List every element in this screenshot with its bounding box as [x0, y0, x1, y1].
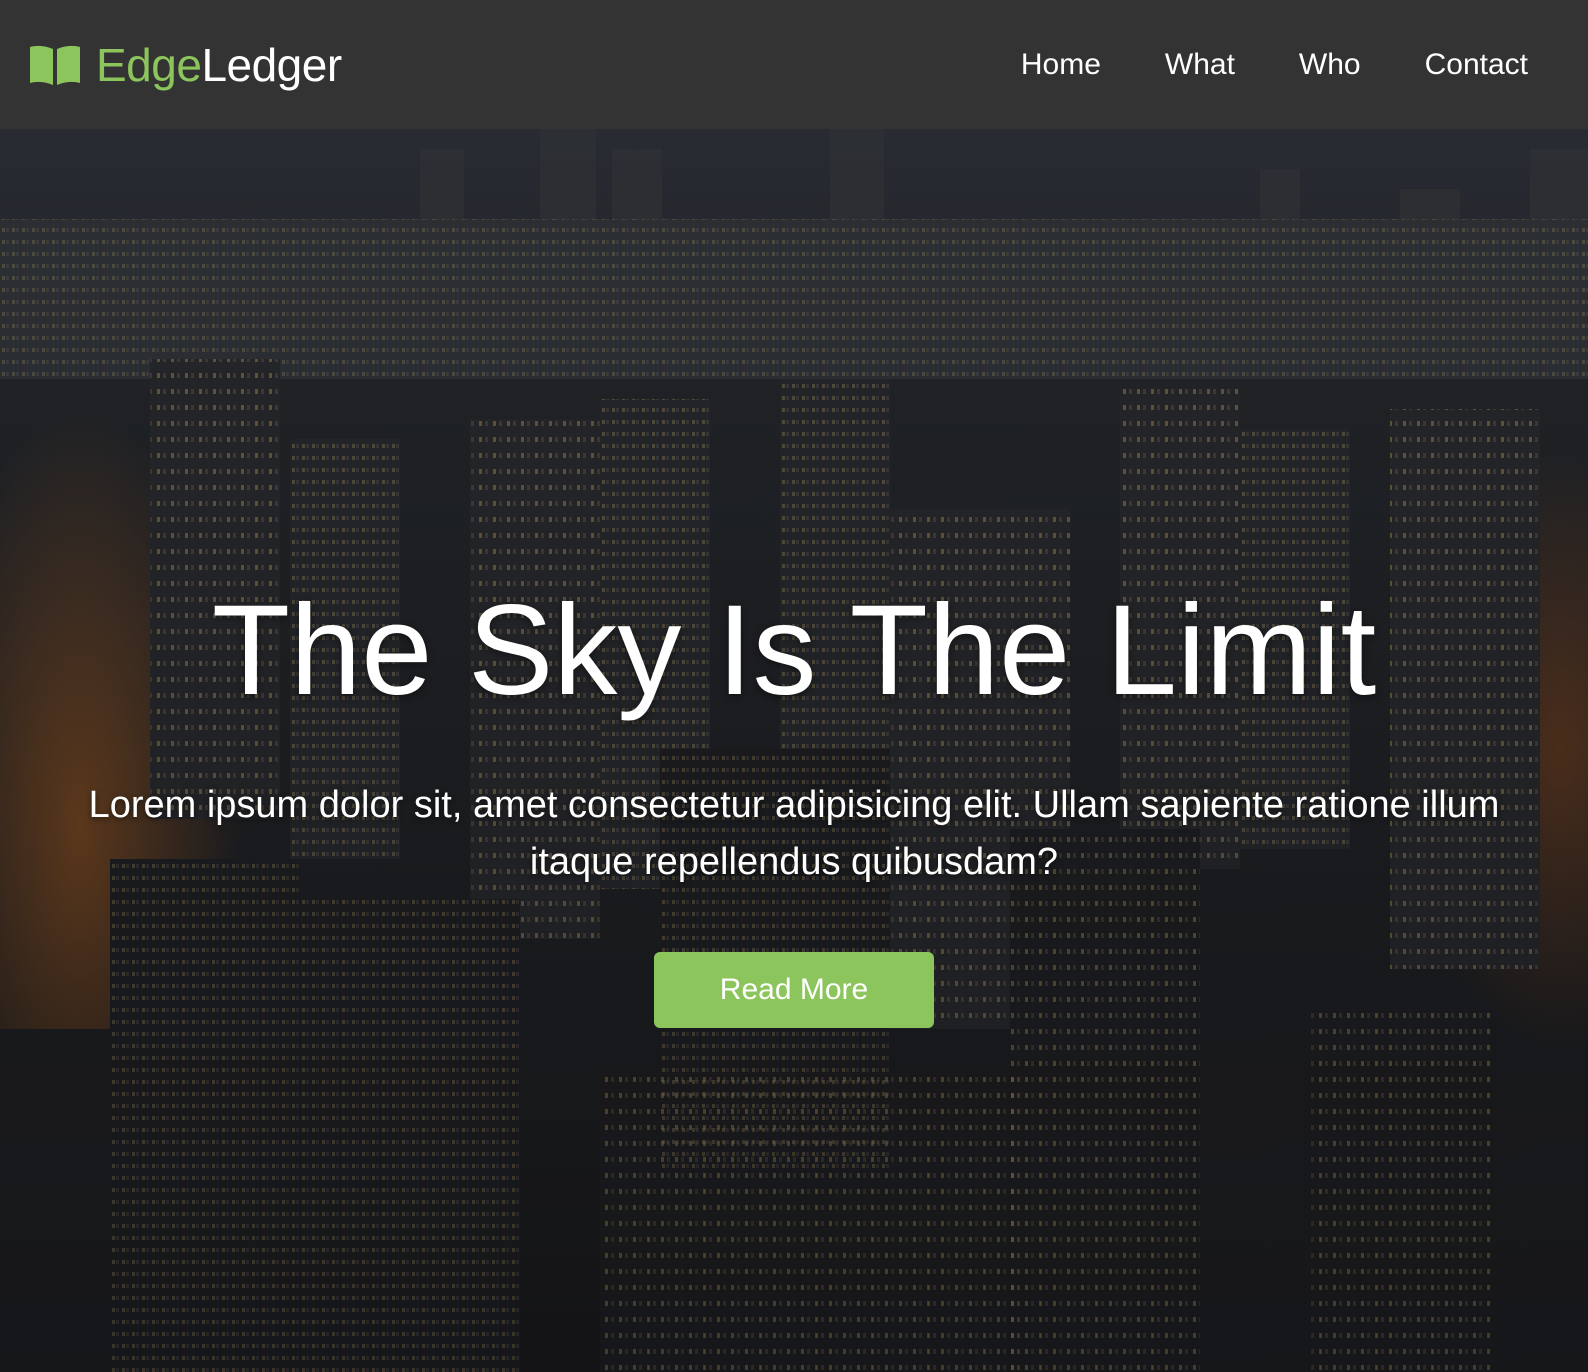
brand-name-edge: Edge — [96, 38, 202, 91]
open-book-icon — [28, 43, 82, 87]
main-nav: Home What Who Contact — [1021, 48, 1528, 82]
nav-link-who[interactable]: Who — [1299, 48, 1361, 82]
nav-link-home[interactable]: Home — [1021, 48, 1101, 82]
navbar: EdgeLedger Home What Who Contact — [0, 0, 1588, 129]
read-more-button[interactable]: Read More — [654, 952, 934, 1028]
nav-link-contact[interactable]: Contact — [1425, 48, 1528, 82]
hero-section: The Sky Is The Limit Lorem ipsum dolor s… — [0, 129, 1588, 1372]
brand-logo[interactable]: EdgeLedger — [28, 42, 342, 88]
hero-content: The Sky Is The Limit Lorem ipsum dolor s… — [0, 129, 1588, 1372]
hero-title: The Sky Is The Limit — [211, 579, 1377, 722]
brand-name: EdgeLedger — [96, 42, 342, 88]
nav-link-what[interactable]: What — [1165, 48, 1235, 82]
hero-subtitle: Lorem ipsum dolor sit, amet consectetur … — [88, 784, 1500, 883]
brand-name-ledger: Ledger — [201, 38, 342, 91]
